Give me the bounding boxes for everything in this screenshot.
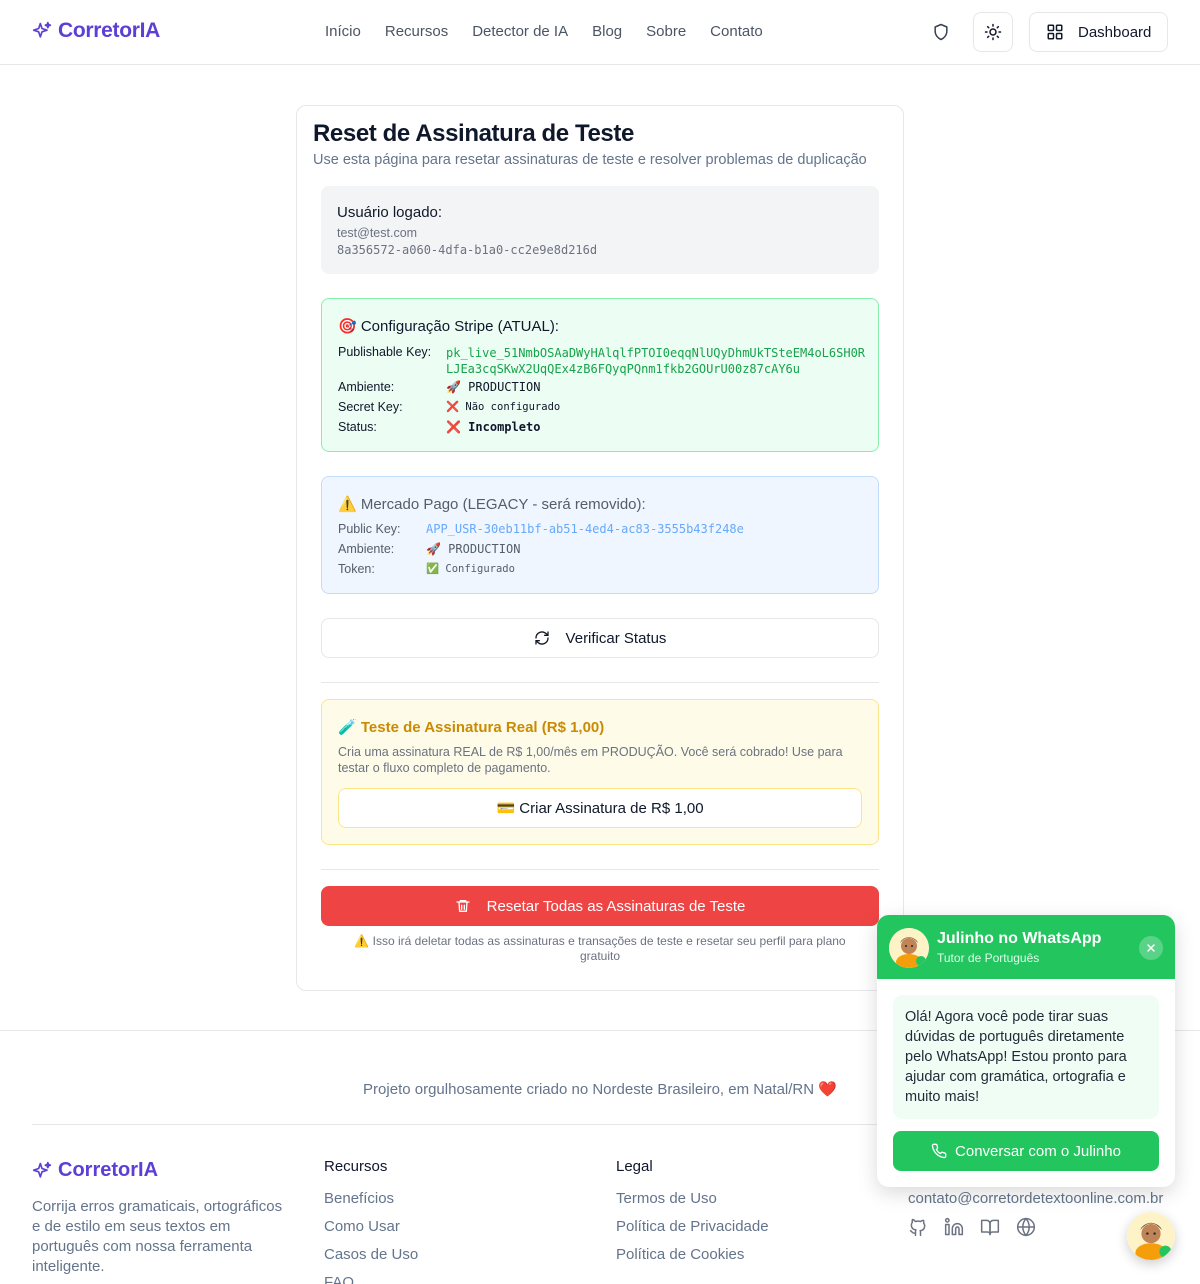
sparkles-icon (32, 21, 52, 38)
whatsapp-header: Julinho no WhatsApp Tutor de Português (877, 915, 1175, 979)
reset-warning: ⚠️ Isso irá deletar todas as assinaturas… (354, 934, 846, 963)
ambiente-value: 🚀 PRODUCTION (446, 380, 541, 394)
book-icon[interactable] (980, 1217, 1000, 1237)
sparkles-icon (32, 1161, 52, 1178)
token-label: Token: (338, 562, 375, 576)
footer-logo[interactable]: CorretorIA (32, 1159, 158, 1182)
linkedin-icon[interactable] (944, 1217, 964, 1237)
nav-inicio[interactable]: Início (325, 23, 361, 40)
footer-brand: CorretorIA (58, 1159, 159, 1181)
user-label: Usuário logado: (337, 204, 443, 221)
whatsapp-float-button[interactable] (1127, 1212, 1175, 1260)
reset-label: Resetar Todas as Assinaturas de Teste (486, 897, 746, 915)
mp-ambiente-row: Ambiente: 🚀 PRODUCTION (338, 542, 520, 556)
verify-status-label: Verificar Status (565, 629, 667, 647)
nav-detector[interactable]: Detector de IA (472, 23, 568, 40)
token-value: ✅ Configurado (426, 563, 515, 575)
stripe-ambiente-row: Ambiente: 🚀 PRODUCTION (338, 380, 540, 394)
shield-button[interactable] (931, 22, 951, 42)
dashboard-icon (1047, 24, 1063, 40)
sun-icon (984, 23, 1002, 41)
create-subscription-button[interactable]: 💳 Criar Assinatura de R$ 1,00 (338, 788, 862, 828)
reset-card: Reset de Assinatura de Teste Use esta pá… (296, 105, 904, 991)
verify-status-button[interactable]: Verificar Status (321, 618, 879, 658)
stripe-config-box: 🎯 Configuração Stripe (ATUAL): Publishab… (321, 298, 879, 452)
avatar-icon (1127, 1212, 1175, 1260)
user-info-box: Usuário logado: test@test.com 8a356572-a… (321, 186, 879, 274)
mercado-pago-title: ⚠️ Mercado Pago (LEGACY - será removido)… (338, 496, 646, 513)
stripe-status-row: Status: ❌ Incompleto (338, 420, 540, 434)
globe-icon[interactable] (1016, 1217, 1036, 1237)
public-key-value: APP_USR-30eb11bf-ab51-4ed4-ac83-3555b43f… (426, 522, 744, 536)
site-header: CorretorIA Início Recursos Detector de I… (0, 0, 1200, 65)
footer-link-cookies[interactable]: Política de Cookies (616, 1241, 769, 1269)
ambiente-label: Ambiente: (338, 380, 395, 394)
close-button[interactable] (1139, 936, 1163, 960)
create-subscription-label: 💳 Criar Assinatura de R$ 1,00 (496, 800, 704, 817)
footer-link-faq[interactable]: FAQ (324, 1269, 418, 1284)
secret-key-value: ❌ Não configurado (446, 401, 561, 413)
mp-ambiente-value: 🚀 PRODUCTION (426, 542, 521, 556)
dashboard-button[interactable]: Dashboard (1029, 12, 1168, 52)
user-id: 8a356572-a060-4dfa-b1a0-cc2e9e8d216d (337, 243, 598, 257)
phone-icon (931, 1143, 947, 1159)
stripe-secret-row: Secret Key: ❌ Não configurado (338, 400, 560, 414)
theme-toggle-button[interactable] (973, 12, 1013, 52)
stripe-title: 🎯 Configuração Stripe (ATUAL): (338, 318, 559, 335)
close-icon (1147, 944, 1155, 952)
shield-icon (934, 23, 948, 41)
mp-ambiente-label: Ambiente: (338, 542, 395, 556)
brand-name: CorretorIA (58, 19, 161, 42)
mp-token-row: Token: ✅ Configurado (338, 562, 515, 576)
nav-sobre[interactable]: Sobre (646, 23, 686, 40)
whatsapp-role: Tutor de Português (937, 951, 1040, 965)
footer-legal-column: Legal Termos de Uso Política de Privacid… (616, 1158, 769, 1269)
footer-link-como-usar[interactable]: Como Usar (324, 1213, 418, 1241)
whatsapp-message: Olá! Agora você pode tirar suas dúvidas … (893, 995, 1159, 1119)
avatar (889, 928, 929, 968)
test-title: 🧪 Teste de Assinatura Real (R$ 1,00) (338, 719, 605, 736)
dashboard-label: Dashboard (1078, 23, 1152, 41)
user-email: test@test.com (337, 226, 418, 240)
publishable-key-value: pk_live_51NmbOSAaDWyHAlqlfPTOI0eqqNlUQyD… (446, 346, 866, 376)
footer-recursos-column: Recursos Benefícios Como Usar Casos de U… (324, 1158, 418, 1284)
github-icon[interactable] (908, 1217, 928, 1237)
whatsapp-widget: Julinho no WhatsApp Tutor de Português O… (877, 915, 1175, 1187)
secret-key-label: Secret Key: (338, 400, 403, 414)
footer-link-casos[interactable]: Casos de Uso (324, 1241, 418, 1269)
footer-contact-email[interactable]: contato@corretordetextoonline.com.br (908, 1190, 1163, 1207)
main-nav: Início Recursos Detector de IA Blog Sobr… (325, 23, 763, 40)
reset-subscriptions-button[interactable]: Resetar Todas as Assinaturas de Teste (321, 886, 879, 926)
mp-public-row: Public Key: APP_USR-30eb11bf-ab51-4ed4-a… (338, 522, 744, 536)
footer-recursos-title: Recursos (324, 1158, 388, 1175)
test-description: Cria uma assinatura REAL de R$ 1,00/mês … (338, 745, 843, 775)
footer-link-termos[interactable]: Termos de Uso (616, 1185, 769, 1213)
publishable-key-label: Publishable Key: (338, 345, 432, 359)
status-value: ❌ Incompleto (446, 420, 541, 434)
nav-blog[interactable]: Blog (592, 23, 622, 40)
status-label: Status: (338, 420, 377, 434)
public-key-label: Public Key: (338, 522, 401, 536)
mercado-pago-box: ⚠️ Mercado Pago (LEGACY - será removido)… (321, 476, 879, 594)
footer-description: Corrija erros gramaticais, ortográficos … (32, 1198, 283, 1275)
footer-link-beneficios[interactable]: Benefícios (324, 1185, 418, 1213)
whatsapp-chat-label: Conversar com o Julinho (955, 1142, 1121, 1160)
refresh-icon (534, 631, 549, 645)
page-subtitle: Use esta página para resetar assinaturas… (313, 152, 867, 168)
footer-link-privacidade[interactable]: Política de Privacidade (616, 1213, 769, 1241)
whatsapp-chat-button[interactable]: Conversar com o Julinho (893, 1131, 1159, 1171)
divider (321, 869, 879, 870)
nav-recursos[interactable]: Recursos (385, 23, 448, 40)
divider (321, 682, 879, 683)
nav-contato[interactable]: Contato (710, 23, 763, 40)
trash-icon (455, 900, 470, 912)
footer-social (908, 1217, 1036, 1237)
footer-legal-title: Legal (616, 1158, 653, 1175)
header-logo[interactable]: CorretorIA (32, 19, 160, 43)
page-title: Reset de Assinatura de Teste (313, 120, 634, 147)
whatsapp-name: Julinho no WhatsApp (937, 930, 1102, 947)
test-subscription-box: 🧪 Teste de Assinatura Real (R$ 1,00) Cri… (321, 699, 879, 845)
stripe-publishable-row: Publishable Key: pk_live_51NmbOSAaDWyHAl… (338, 345, 866, 377)
